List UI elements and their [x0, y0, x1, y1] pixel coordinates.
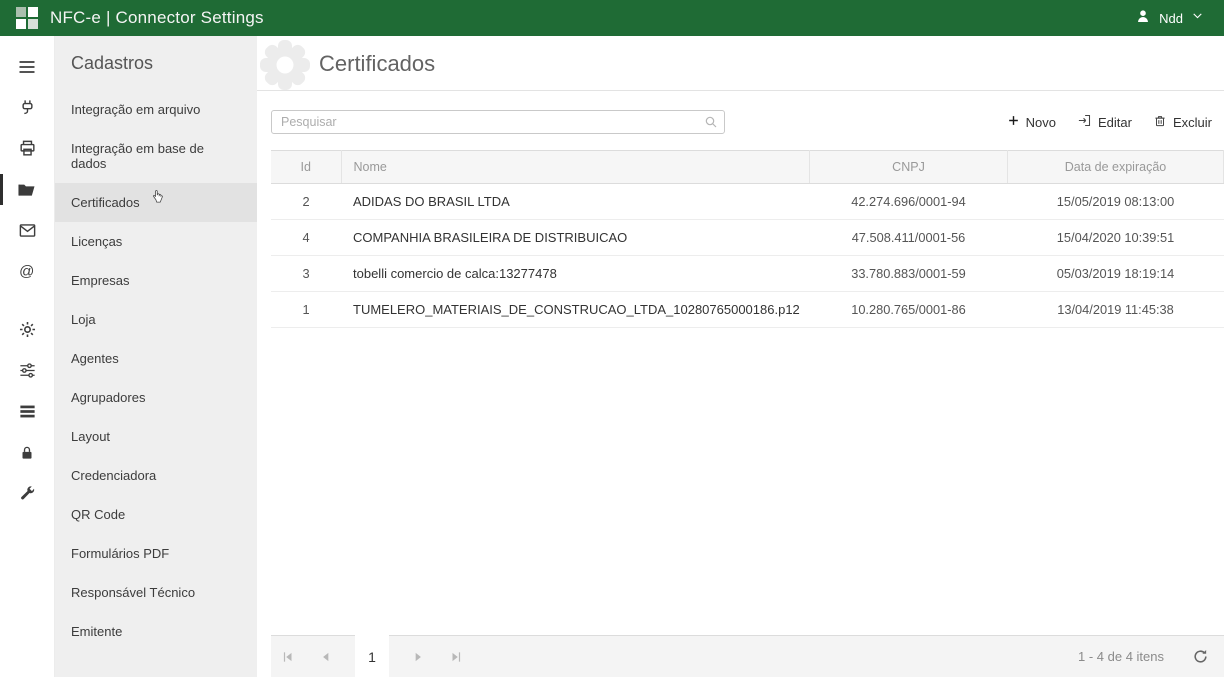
- page-gear-badge-icon: [259, 39, 311, 96]
- table-row[interactable]: 1 TUMELERO_MATERIAIS_DE_CONSTRUCAO_LTDA_…: [271, 292, 1224, 328]
- column-header-id[interactable]: Id: [271, 151, 341, 184]
- cell-id: 1: [271, 292, 341, 328]
- app-title: NFC-e | Connector Settings: [50, 8, 264, 28]
- mouse-cursor-icon: [150, 189, 165, 209]
- certificates-folder-icon[interactable]: [0, 169, 54, 210]
- sidebar-item-certificados[interactable]: Certificados: [55, 183, 257, 222]
- cell-nome: tobelli comercio de calca:13277478: [341, 256, 810, 292]
- certificates-table: Id Nome CNPJ Data de expiração 2 ADIDAS …: [271, 150, 1224, 635]
- sidebar-item-integracao-base-dados[interactable]: Integração em base de dados: [55, 129, 257, 183]
- mail-icon[interactable]: [0, 210, 54, 251]
- first-page-button[interactable]: [279, 648, 297, 666]
- toolbar: Novo Editar Excluir: [1007, 113, 1212, 131]
- search-box: [271, 110, 725, 134]
- main-content: Certificados Novo Editar: [257, 36, 1224, 677]
- cell-expiracao: 15/04/2020 10:39:51: [1008, 220, 1224, 256]
- cell-cnpj: 33.780.883/0001-59: [810, 256, 1008, 292]
- topbar: NFC-e | Connector Settings Ndd: [0, 0, 1224, 36]
- chevron-down-icon[interactable]: [1191, 9, 1204, 27]
- sidebar-item-licencas[interactable]: Licenças: [55, 222, 257, 261]
- cell-cnpj: 10.280.765/0001-86: [810, 292, 1008, 328]
- sidebar-item-empresas[interactable]: Empresas: [55, 261, 257, 300]
- search-input[interactable]: [271, 110, 725, 134]
- app-logo-icon: [16, 7, 38, 29]
- sidebar-item-loja[interactable]: Loja: [55, 300, 257, 339]
- sidebar-item-formularios-pdf[interactable]: Formulários PDF: [55, 534, 257, 573]
- sidebar: Cadastros Integração em arquivo Integraç…: [55, 36, 257, 677]
- sliders-icon[interactable]: [0, 350, 54, 391]
- layers-icon[interactable]: [0, 391, 54, 432]
- previous-page-button[interactable]: [317, 648, 335, 666]
- cell-expiracao: 05/03/2019 18:19:14: [1008, 256, 1224, 292]
- current-page-button[interactable]: 1: [355, 636, 389, 677]
- page-header: Certificados: [257, 36, 1224, 91]
- pager-info: 1 - 4 de 4 itens: [1078, 649, 1164, 664]
- cell-cnpj: 42.274.696/0001-94: [810, 184, 1008, 220]
- novo-button[interactable]: Novo: [1007, 114, 1056, 130]
- user-menu[interactable]: Ndd: [1135, 8, 1204, 29]
- cell-nome: TUMELERO_MATERIAIS_DE_CONSTRUCAO_LTDA_10…: [341, 292, 810, 328]
- sidebar-item-label: Certificados: [71, 195, 140, 210]
- column-header-nome[interactable]: Nome: [341, 151, 810, 184]
- sidebar-item-responsavel-tecnico[interactable]: Responsável Técnico: [55, 573, 257, 612]
- icon-rail: @: [0, 36, 55, 677]
- sidebar-item-credenciadora[interactable]: Credenciadora: [55, 456, 257, 495]
- plus-icon: [1007, 114, 1020, 130]
- table-row[interactable]: 4 COMPANHIA BRASILEIRA DE DISTRIBUICAO 4…: [271, 220, 1224, 256]
- excluir-button[interactable]: Excluir: [1153, 114, 1212, 131]
- printer-icon[interactable]: [0, 128, 54, 169]
- at-icon[interactable]: @: [0, 251, 54, 292]
- sidebar-item-agrupadores[interactable]: Agrupadores: [55, 378, 257, 417]
- user-icon: [1135, 8, 1151, 29]
- tools-row: Novo Editar Excluir: [257, 91, 1224, 142]
- wrench-icon[interactable]: [0, 473, 54, 514]
- app-shell: @ Cadastros Integração em arquivo Integr…: [0, 36, 1224, 677]
- table-row[interactable]: 3 tobelli comercio de calca:13277478 33.…: [271, 256, 1224, 292]
- last-page-button[interactable]: [447, 648, 465, 666]
- cell-cnpj: 47.508.411/0001-56: [810, 220, 1008, 256]
- sidebar-item-layout[interactable]: Layout: [55, 417, 257, 456]
- sidebar-title: Cadastros: [55, 36, 257, 90]
- cell-nome: ADIDAS DO BRASIL LTDA: [341, 184, 810, 220]
- menu-icon[interactable]: [0, 46, 54, 87]
- user-name[interactable]: Ndd: [1159, 11, 1183, 26]
- cell-id: 2: [271, 184, 341, 220]
- cell-nome: COMPANHIA BRASILEIRA DE DISTRIBUICAO: [341, 220, 810, 256]
- refresh-icon[interactable]: [1190, 647, 1210, 667]
- column-header-data-expiracao[interactable]: Data de expiração: [1008, 151, 1224, 184]
- page-title: Certificados: [319, 51, 435, 77]
- edit-icon: [1077, 113, 1092, 131]
- trash-icon: [1153, 114, 1167, 131]
- cell-id: 3: [271, 256, 341, 292]
- next-page-button[interactable]: [409, 648, 427, 666]
- settings-gear-icon[interactable]: [0, 309, 54, 350]
- sidebar-item-agentes[interactable]: Agentes: [55, 339, 257, 378]
- sidebar-item-emitente[interactable]: Emitente: [55, 612, 257, 651]
- svg-text:@: @: [19, 263, 34, 280]
- table-row[interactable]: 2 ADIDAS DO BRASIL LTDA 42.274.696/0001-…: [271, 184, 1224, 220]
- editar-button[interactable]: Editar: [1077, 113, 1132, 131]
- lock-icon[interactable]: [0, 432, 54, 473]
- sidebar-item-integracao-arquivo[interactable]: Integração em arquivo: [55, 90, 257, 129]
- search-icon[interactable]: [703, 114, 719, 135]
- cell-id: 4: [271, 220, 341, 256]
- table-header-row: Id Nome CNPJ Data de expiração: [271, 151, 1224, 184]
- sidebar-item-qr-code[interactable]: QR Code: [55, 495, 257, 534]
- cell-expiracao: 13/04/2019 11:45:38: [1008, 292, 1224, 328]
- connector-icon[interactable]: [0, 87, 54, 128]
- pager: 1 1 - 4 de 4 itens: [271, 635, 1224, 677]
- cell-expiracao: 15/05/2019 08:13:00: [1008, 184, 1224, 220]
- column-header-cnpj[interactable]: CNPJ: [810, 151, 1008, 184]
